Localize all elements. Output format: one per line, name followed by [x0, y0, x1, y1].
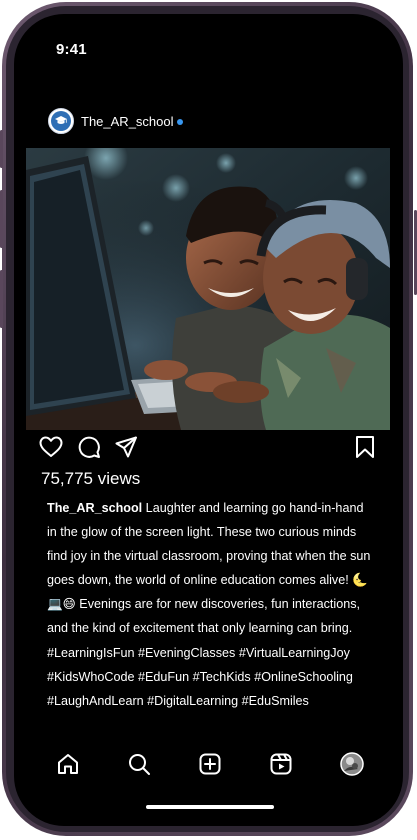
heart-icon[interactable] — [39, 436, 63, 458]
post-caption: The_AR_school Laughter and learning go h… — [47, 496, 372, 713]
caption-hashtags[interactable]: #LearningIsFun #EveningClasses #VirtualL… — [47, 641, 372, 713]
account-avatar[interactable] — [48, 108, 74, 134]
graduation-cap-icon — [51, 111, 71, 131]
side-button-left-top — [0, 130, 3, 168]
bookmark-icon[interactable] — [354, 435, 376, 459]
home-indicator[interactable] — [146, 805, 274, 809]
side-button-left-mid — [0, 190, 3, 248]
caption-text: Laughter and learning go hand-in-hand in… — [47, 501, 371, 636]
screen: 9:41 The_AR_school 75,775 views The_AR_s… — [14, 14, 403, 826]
status-time: 9:41 — [56, 41, 87, 58]
send-icon[interactable] — [114, 435, 138, 459]
create-icon[interactable] — [198, 752, 222, 776]
post-actions — [38, 434, 384, 460]
post-username[interactable]: The_AR_school — [81, 114, 174, 129]
view-count: 75,775 views — [41, 469, 141, 488]
caption-username[interactable]: The_AR_school — [47, 501, 142, 515]
home-icon[interactable] — [56, 752, 80, 776]
profile-avatar[interactable] — [340, 752, 364, 776]
side-button-left-bottom — [0, 270, 3, 328]
search-icon[interactable] — [127, 752, 151, 776]
post-header[interactable]: The_AR_school — [48, 107, 183, 135]
post-image[interactable] — [26, 148, 390, 430]
comment-icon[interactable] — [77, 435, 101, 459]
reels-icon[interactable] — [269, 752, 293, 776]
verified-badge-icon — [176, 118, 183, 125]
bottom-nav — [14, 746, 403, 780]
